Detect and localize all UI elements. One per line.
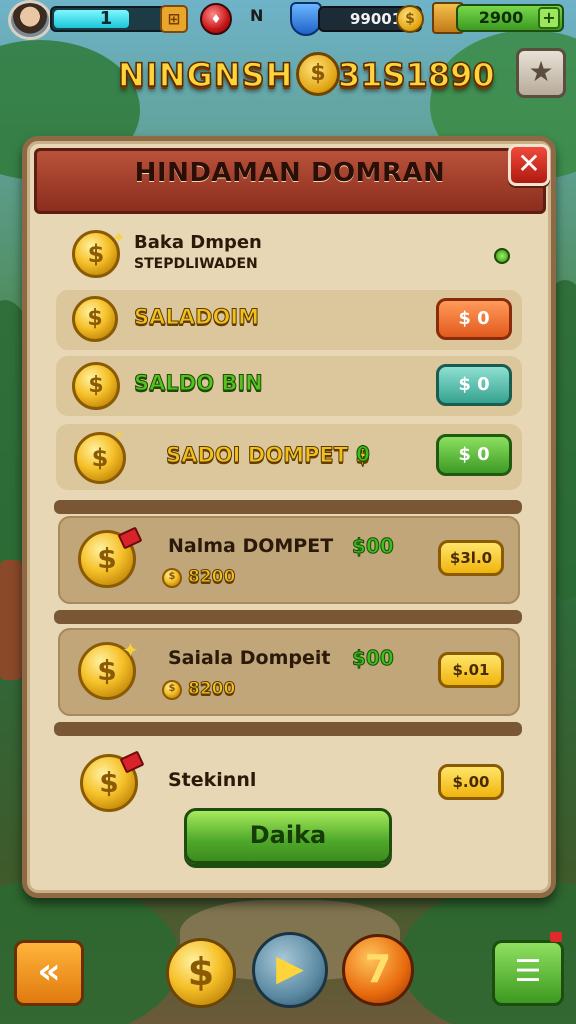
- add-cash-button[interactable]: +: [538, 7, 560, 29]
- balance-button-label: $ 0: [458, 308, 490, 329]
- wallet-card-amount: $00: [352, 646, 395, 671]
- sparkle-icon: ✦: [114, 428, 125, 442]
- coin-counter: 99001 $: [318, 5, 424, 33]
- balance-badge: 0: [356, 442, 371, 467]
- coin-icon: $: [162, 680, 182, 700]
- ruby-gem-icon[interactable]: ♦: [200, 3, 232, 35]
- wallet-card-button[interactable]: $.00: [438, 764, 504, 800]
- wallet-card-amount: $00: [352, 534, 395, 559]
- balance-button[interactable]: $ 0: [436, 298, 512, 340]
- balance-button-label: $ 0: [458, 374, 490, 395]
- cash-value: 2900: [478, 8, 524, 27]
- back-button[interactable]: «: [14, 940, 84, 1006]
- wallet-card-button-label: $.01: [452, 661, 490, 679]
- balance-button-label: $ 0: [458, 444, 490, 465]
- hud-n-label: N: [250, 6, 264, 25]
- balance-button[interactable]: $ 0: [436, 364, 512, 406]
- wallet-card-sub: 8200: [187, 679, 236, 700]
- wallet-card-button[interactable]: $.01: [438, 652, 504, 688]
- panel-title: HINDAMAN DOMRAN: [134, 158, 446, 188]
- level-bar: 1 ⊞: [50, 5, 188, 33]
- game-title: NINGNSH: [117, 55, 294, 95]
- banner-value: 31S1890: [337, 55, 495, 95]
- coin-icon: $: [162, 568, 182, 588]
- wallet-card-name: Nalma DOMPET: [168, 535, 334, 557]
- close-button[interactable]: ✕: [508, 144, 550, 186]
- wallet-card-sub: 8200: [187, 567, 236, 588]
- balance-label: SALADOIM: [133, 305, 260, 330]
- favorites-button[interactable]: ★: [516, 48, 566, 98]
- chest-icon[interactable]: ⊞: [160, 5, 188, 33]
- level-value: 1: [99, 8, 113, 29]
- balance-label: SADOI DOMPET $: [166, 443, 371, 468]
- status-dot-icon: [494, 248, 510, 264]
- shop-coin-button[interactable]: $: [166, 938, 236, 1008]
- notification-flag-icon: [550, 932, 562, 942]
- wallet-owner-title: Baka Dmpen: [134, 232, 262, 253]
- wallet-card-button-label: $3l.0: [449, 549, 493, 567]
- coin-value: 99001: [350, 10, 403, 28]
- menu-button[interactable]: ☰: [492, 940, 564, 1006]
- cash-counter: 2900 +: [456, 4, 564, 32]
- coin-icon: $: [396, 5, 424, 33]
- sparkle-icon: ✦: [112, 228, 126, 247]
- section-divider: [54, 500, 522, 514]
- top-hud: 1 ⊞ ♦ N 99001 $ 2900 +: [0, 0, 576, 40]
- wallet-card-name: Saiala Dompeit: [168, 647, 331, 669]
- lucky-seven-button[interactable]: 7: [342, 934, 414, 1006]
- section-divider: [54, 610, 522, 624]
- wallet-card-button-label: $.00: [452, 773, 490, 791]
- coin-icon: $: [72, 296, 118, 342]
- balance-label: SALDO BIN: [134, 371, 264, 396]
- banner-coin-icon: $: [296, 52, 340, 96]
- coin-icon: $: [72, 362, 120, 410]
- play-button[interactable]: ▶: [252, 932, 328, 1008]
- wallet-card-button[interactable]: $3l.0: [438, 540, 504, 576]
- section-divider: [54, 722, 522, 736]
- balance-button[interactable]: $ 0: [436, 434, 512, 476]
- wallet-owner-subtitle: STEPDLIWADEN: [134, 256, 258, 272]
- confirm-button[interactable]: Daika: [184, 808, 392, 864]
- sparkle-icon: ✦: [122, 638, 139, 662]
- star-icon: ★: [528, 55, 554, 88]
- player-avatar[interactable]: [8, 0, 52, 40]
- wallet-card-name: Stekinnl: [168, 769, 257, 791]
